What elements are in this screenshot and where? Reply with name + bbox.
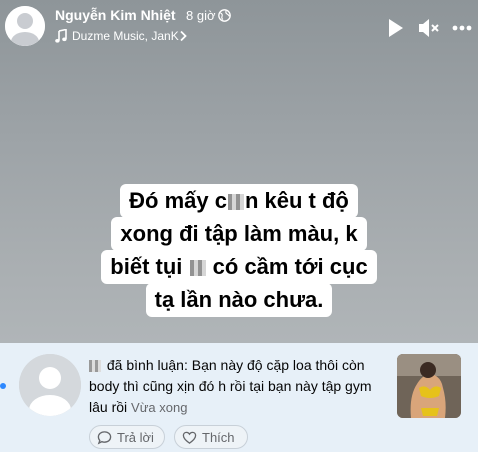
author-name[interactable]: Nguyễn Kim Nhiệt: [55, 7, 176, 23]
caption-line-1: Đó mấy cn kêu t độ: [120, 184, 358, 218]
music-note-icon: [55, 29, 67, 43]
post-thumbnail[interactable]: [397, 354, 461, 418]
story-view[interactable]: Nguyễn Kim Nhiệt 8 giờ Duzme Music, JanK: [0, 0, 478, 343]
heart-icon: [182, 431, 197, 444]
chat-bubble-icon: [97, 431, 112, 445]
commenter-avatar[interactable]: [19, 354, 81, 416]
comment-notification[interactable]: đã bình luận: Bạn này độ cặp loa thôi cò…: [0, 343, 478, 452]
author-avatar[interactable]: [5, 6, 45, 46]
unread-indicator: [0, 383, 6, 389]
comment-text[interactable]: đã bình luận: Bạn này độ cặp loa thôi cò…: [89, 355, 389, 418]
play-icon[interactable]: [387, 17, 405, 39]
story-caption: Đó mấy cn kêu t độ xong đi tập làm màu, …: [0, 184, 478, 317]
reply-label: Trả lời: [117, 430, 154, 445]
like-button[interactable]: Thích: [174, 425, 248, 449]
screen: Nguyễn Kim Nhiệt 8 giờ Duzme Music, JanK: [0, 0, 478, 452]
more-icon[interactable]: [451, 18, 473, 38]
chevron-right-icon: [180, 30, 187, 42]
muted-speaker-icon[interactable]: [417, 16, 441, 40]
redacted-name: [89, 360, 101, 373]
censor-mark: [227, 194, 244, 211]
story-header: Nguyễn Kim Nhiệt 8 giờ Duzme Music, JanK: [0, 0, 478, 56]
like-label: Thích: [202, 430, 235, 445]
reply-button[interactable]: Trả lời: [89, 425, 165, 449]
post-time: 8 giờ: [186, 8, 216, 23]
censor-mark: [189, 260, 206, 277]
caption-line-2: xong đi tập làm màu, k: [111, 217, 367, 251]
globe-icon: [218, 9, 231, 22]
caption-line-3: biết tụi có cầm tới cục: [101, 250, 377, 284]
comment-time: Vừa xong: [131, 400, 188, 415]
caption-line-4: tạ lần nào chưa.: [145, 283, 333, 317]
music-label: Duzme Music, JanK: [72, 29, 179, 43]
